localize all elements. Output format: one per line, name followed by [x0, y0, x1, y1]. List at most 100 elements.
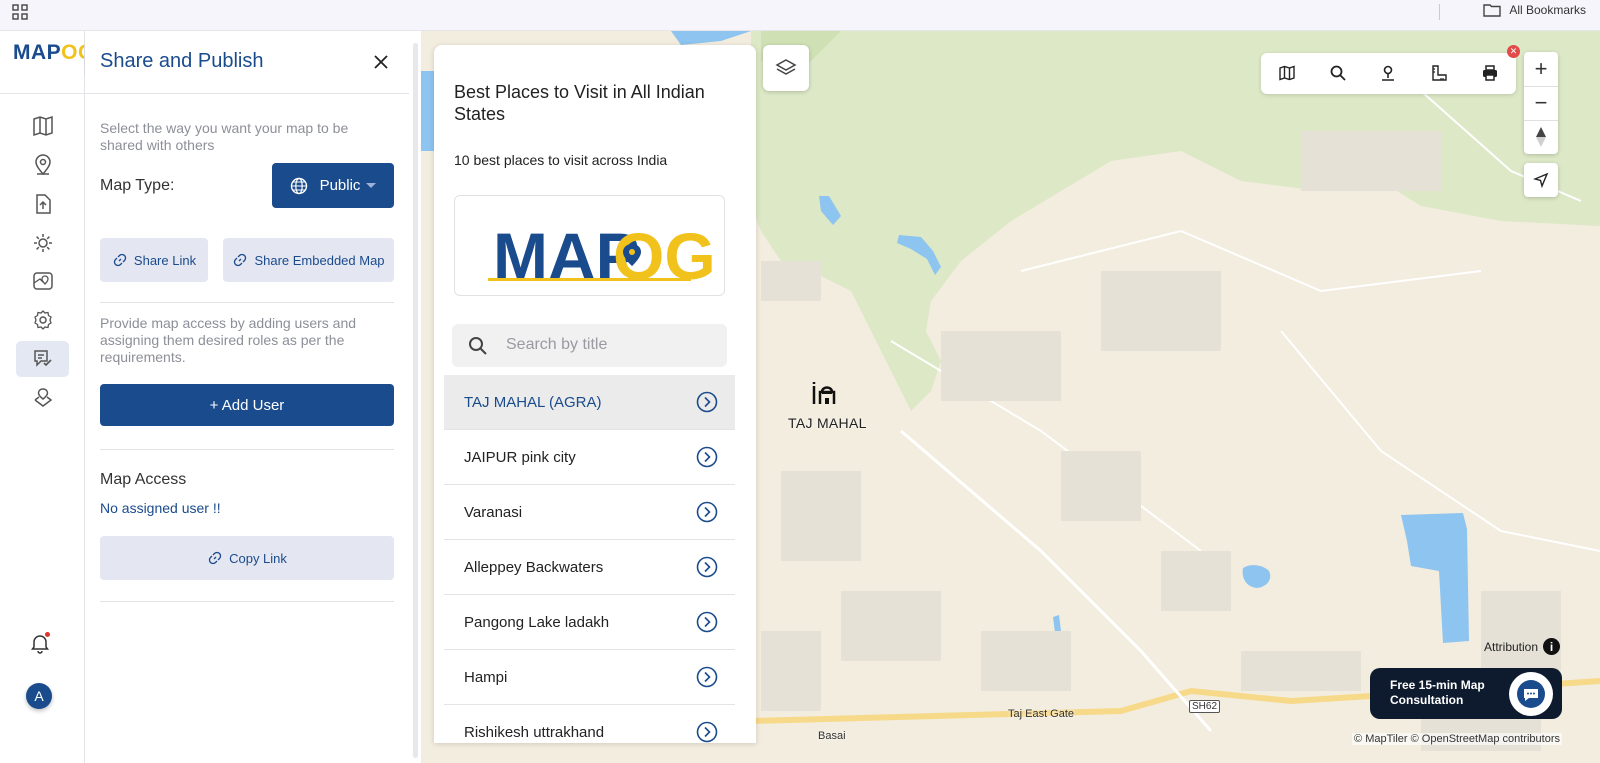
search-icon [469, 337, 487, 355]
list-item[interactable]: Varanasi [444, 485, 735, 540]
rail-map-pin-button[interactable] [16, 263, 69, 299]
navigation-arrow-icon [1533, 172, 1549, 188]
section-divider [100, 302, 394, 303]
list-item-label: Rishikesh uttrakhand [464, 723, 605, 741]
close-icon[interactable] [372, 53, 390, 71]
compass-button[interactable] [1524, 120, 1558, 154]
zoom-out-button[interactable]: − [1524, 86, 1558, 120]
road-shield-sh62: SH62 [1189, 700, 1221, 713]
list-item[interactable]: Pangong Lake ladakh [444, 595, 735, 650]
list-item-label: JAIPUR pink city [464, 448, 576, 466]
card-logo-box: MAP OG [454, 195, 725, 296]
chevron-right-icon[interactable] [696, 666, 718, 688]
rail-settings-button[interactable] [16, 302, 69, 338]
share-embedded-label: Share Embedded Map [254, 252, 385, 268]
zoom-in-button[interactable]: + [1524, 52, 1558, 86]
list-item[interactable]: Rishikesh uttrakhand [444, 705, 735, 743]
map-label-taj-east-gate: Taj East Gate [1008, 708, 1075, 720]
publish-icon [33, 350, 52, 367]
logo-text-map: MAP [13, 41, 62, 64]
layers-icon [775, 59, 797, 75]
mapog-card-logo: MAP OG [488, 219, 716, 293]
chevron-right-icon[interactable] [696, 446, 718, 468]
folder-icon [1483, 4, 1502, 17]
link-icon [113, 253, 127, 267]
link-icon [234, 253, 247, 267]
search-input[interactable] [506, 334, 706, 356]
all-bookmarks-label: All Bookmarks [1509, 3, 1586, 17]
list-item-label: Hampi [464, 668, 508, 686]
bookmarks-separator [1439, 4, 1440, 20]
rail-upload-button[interactable] [16, 186, 69, 222]
link-icon [208, 551, 222, 565]
attribution-button[interactable]: Attribution i [1484, 638, 1561, 655]
globe-icon [290, 177, 307, 194]
search-icon[interactable] [1329, 64, 1347, 82]
rail-map-marker-button[interactable] [16, 380, 69, 416]
chevron-right-icon[interactable] [696, 556, 718, 578]
layers-button[interactable] [763, 45, 809, 91]
list-item-label: Varanasi [464, 503, 523, 521]
upload-icon [35, 194, 51, 214]
zoom-control: + − [1524, 52, 1558, 154]
map-type-select[interactable]: Public [272, 163, 394, 208]
mosque-icon[interactable] [810, 374, 842, 406]
list-item[interactable]: Hampi [444, 650, 735, 705]
locate-button[interactable] [1524, 163, 1558, 197]
map-type-label: Map Type: [100, 177, 175, 194]
panel-scrollbar[interactable] [413, 43, 418, 758]
location-pin-icon [34, 154, 51, 176]
chevron-right-icon[interactable] [696, 721, 718, 743]
toolbar-close-icon[interactable]: ✕ [1507, 45, 1520, 58]
chat-button[interactable] [1509, 672, 1553, 716]
panel-title: Share and Publish [100, 50, 264, 72]
mapog-logo[interactable]: MAPOG [13, 41, 95, 65]
access-help-text: Provide map access by adding users and a… [100, 315, 357, 365]
chevron-right-icon[interactable] [696, 391, 718, 413]
search-box[interactable] [452, 324, 727, 367]
share-link-button[interactable]: Share Link [100, 238, 208, 282]
add-user-button[interactable]: + Add User [100, 384, 394, 426]
map-view-icon[interactable] [1278, 64, 1296, 82]
info-icon: i [1543, 638, 1561, 655]
compass-icon [1536, 127, 1546, 147]
map-marker-icon [34, 388, 52, 407]
rail-share-publish-button[interactable] [16, 341, 69, 377]
no-assigned-user-text: No assigned user !! [100, 500, 221, 516]
notification-dot [45, 632, 50, 637]
copy-link-label: Copy Link [229, 550, 287, 566]
rail-maps-button[interactable] [16, 108, 69, 144]
measure-icon[interactable] [1430, 64, 1448, 82]
map-type-value: Public [319, 177, 361, 194]
chevron-down-icon [366, 183, 377, 188]
list-item-label: Alleppey Backwaters [464, 558, 604, 576]
share-embedded-map-button[interactable]: Share Embedded Map [223, 238, 394, 282]
map-credits[interactable]: © MapTiler © OpenStreetMap contributors [1352, 733, 1562, 745]
bookmarks-bar: All Bookmarks [0, 0, 1600, 31]
map-label-basai: Basai [818, 730, 846, 742]
card-subtitle: 10 best places to visit across India [454, 152, 668, 168]
rail-location-button[interactable] [16, 147, 69, 183]
attribution-label: Attribution [1484, 639, 1539, 654]
settings-icon [33, 310, 52, 330]
chevron-right-icon[interactable] [696, 501, 718, 523]
share-publish-panel: Share and Publish Select the way you wan… [85, 31, 421, 763]
list-item[interactable]: Alleppey Backwaters [444, 540, 735, 595]
map-toolbar [1261, 53, 1516, 94]
share-intro-text: Select the way you want your map to be s… [100, 120, 349, 153]
print-icon[interactable] [1481, 64, 1499, 82]
poi-label-taj-mahal[interactable]: TAJ MAHAL [788, 415, 867, 431]
list-item[interactable]: TAJ MAHAL (AGRA) [444, 375, 735, 430]
chat-bubble-icon [1517, 680, 1545, 708]
pin-drop-icon[interactable] [1379, 64, 1397, 82]
list-item[interactable]: JAIPUR pink city [444, 430, 735, 485]
card-title: Best Places to Visit in All Indian State… [454, 82, 705, 124]
chevron-right-icon[interactable] [696, 611, 718, 633]
apps-grid-icon[interactable] [12, 4, 28, 20]
gear-badge-icon [33, 234, 52, 252]
places-card: Best Places to Visit in All Indian State… [434, 45, 756, 743]
user-avatar[interactable]: A [26, 683, 52, 709]
all-bookmarks-button[interactable]: All Bookmarks [1483, 3, 1586, 17]
copy-link-button[interactable]: Copy Link [100, 536, 394, 580]
rail-process-button[interactable] [16, 225, 69, 261]
